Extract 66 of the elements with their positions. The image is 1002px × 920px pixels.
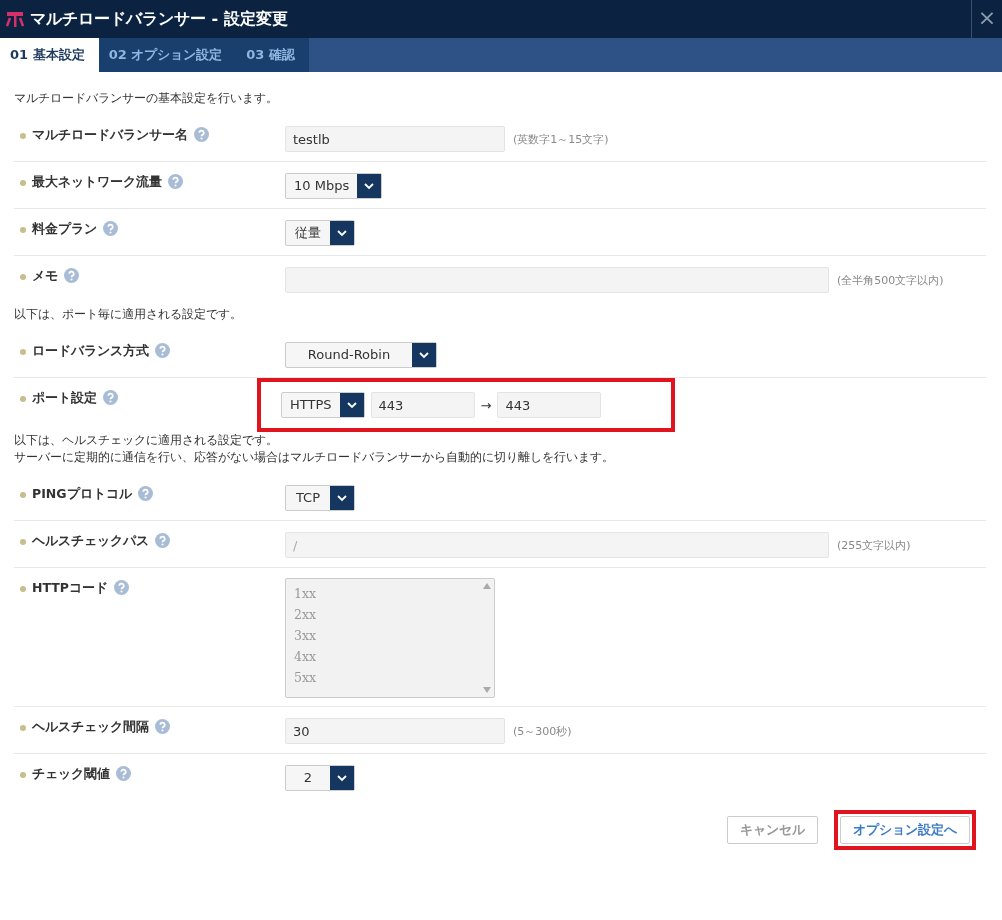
bullet-icon [20, 725, 26, 731]
hint-text: (全半角500文字以内) [837, 272, 944, 288]
chevron-down-icon [337, 774, 347, 782]
description-text: マルチロードバランサーの基本設定を行います。 [14, 90, 279, 107]
field-label: ポート設定 [32, 390, 97, 407]
step-tab[interactable]: 01 基本設定 [0, 38, 99, 72]
help-icon[interactable] [155, 533, 170, 548]
help-icon[interactable] [137, 486, 153, 501]
text-field[interactable]: / [285, 532, 829, 558]
help-icon[interactable] [155, 719, 170, 734]
field-label: ヘルスチェックパス [32, 533, 149, 550]
help-icon[interactable] [113, 580, 129, 595]
chevron-down-icon [419, 351, 429, 359]
chevron-down-icon [337, 229, 347, 237]
chevron-down-icon [337, 494, 347, 502]
field-label: マルチロードバランサー名 [32, 127, 188, 144]
bullet-icon [20, 180, 26, 186]
port-field[interactable]: 443 [497, 392, 602, 418]
description-text: 以下は、ポート毎に適用される設定です。 [14, 306, 243, 323]
dropdown[interactable]: HTTPS [281, 392, 365, 418]
window-title: マルチロードバランサー - 設定変更 [30, 8, 289, 30]
text-field[interactable] [285, 267, 829, 293]
bullet-icon [20, 396, 26, 402]
next-button[interactable]: オプション設定へ [840, 816, 970, 844]
description-text: サーバーに定期的に通信を行い、応答がない場合はマルチロードバランサーから自動的に切り離しを行います。 [14, 449, 615, 466]
hint-text: (255文字以内) [837, 537, 911, 553]
help-icon[interactable] [103, 221, 118, 236]
hint-text: (英数字1～15文字) [513, 131, 609, 147]
text-field[interactable]: testlb [285, 126, 505, 152]
help-icon[interactable] [155, 343, 170, 358]
field-label: 料金プラン [32, 221, 97, 238]
dropdown[interactable]: 10 Mbps [285, 173, 383, 199]
bullet-icon [20, 133, 26, 139]
help-icon[interactable] [194, 127, 209, 142]
bullet-icon [20, 227, 26, 233]
bullet-icon [20, 539, 26, 545]
dropdown[interactable]: Round-Robin [285, 342, 437, 368]
help-icon[interactable] [168, 174, 183, 189]
help-icon[interactable] [116, 766, 131, 781]
field-label: HTTPコード [32, 580, 108, 597]
bullet-icon [20, 349, 26, 355]
hint-text: (5～300秒) [513, 723, 572, 739]
arrow-text: → [480, 397, 492, 413]
help-icon[interactable] [64, 268, 79, 283]
chevron-down-icon [346, 401, 357, 409]
port-field[interactable]: 443 [370, 392, 475, 418]
field-label: 最大ネットワーク流量 [32, 174, 162, 191]
bullet-icon [20, 772, 26, 778]
dropdown[interactable]: 従量 [285, 220, 355, 246]
step-tab[interactable]: 02 オプション設定 [98, 38, 237, 72]
field-label: ロードバランス方式 [32, 343, 149, 360]
field-label: ヘルスチェック間隔 [32, 719, 149, 736]
bullet-icon [20, 492, 26, 498]
field-label: PINGプロトコル [32, 486, 132, 503]
field-label: メモ [32, 268, 58, 285]
dropdown[interactable]: 2 [285, 765, 355, 791]
description-text: 以下は、ヘルスチェックに適用される設定です。 [14, 432, 279, 449]
help-icon[interactable] [103, 390, 118, 405]
field-label: チェック閾値 [32, 766, 110, 783]
dropdown[interactable]: TCP [285, 485, 355, 511]
step-tab[interactable]: 03 確認 [236, 38, 309, 72]
logo-icon [6, 10, 24, 28]
text-field[interactable]: 30 [285, 718, 505, 744]
chevron-down-icon [364, 182, 375, 190]
bullet-icon [20, 274, 26, 280]
bullet-icon [20, 586, 26, 592]
